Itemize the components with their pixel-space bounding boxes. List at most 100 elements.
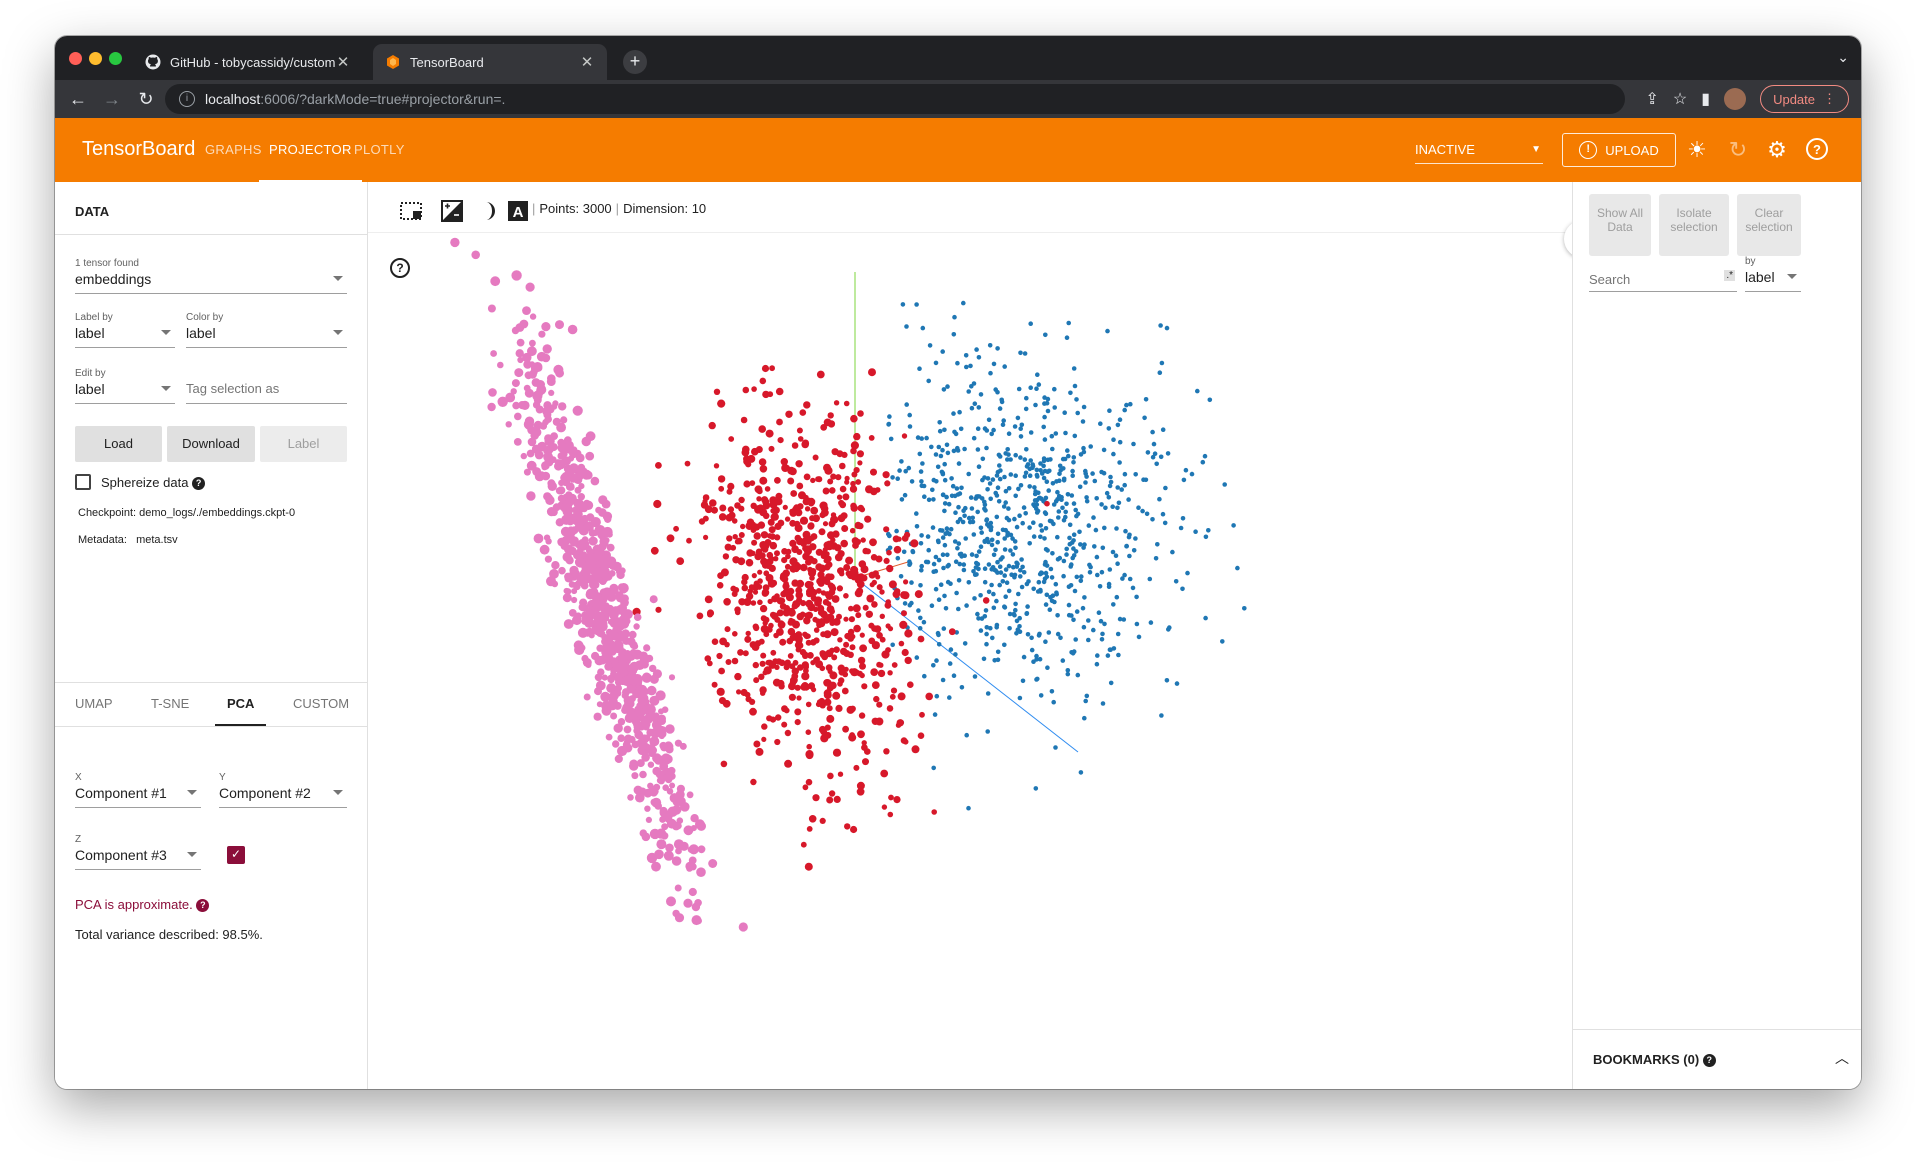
point-red [774, 522, 782, 530]
color-by-select[interactable]: Color by label [186, 312, 347, 348]
point-blue [938, 453, 944, 459]
point-blue [1131, 441, 1136, 447]
point-blue [955, 448, 961, 453]
maximize-window-button[interactable] [109, 52, 122, 65]
nav-tab-projector[interactable]: PROJECTOR [259, 118, 362, 182]
theme-toggle-icon[interactable]: ☀ [1684, 137, 1710, 163]
upload-button[interactable]: ! UPLOAD [1562, 133, 1676, 167]
point-blue [1128, 401, 1133, 407]
update-button[interactable]: Update ⋮ [1760, 85, 1849, 113]
scatter-plot[interactable] [368, 182, 1572, 1089]
point-red [751, 573, 757, 579]
forward-icon[interactable]: → [95, 89, 129, 110]
clear-selection-button[interactable]: Clear selection [1737, 194, 1801, 256]
point-pink [535, 389, 544, 398]
regex-toggle[interactable]: .* [1724, 270, 1735, 281]
sphereize-checkbox[interactable] [75, 474, 91, 490]
share-icon[interactable]: ⇪ [1646, 89, 1659, 109]
help-icon[interactable]: ? [196, 899, 210, 913]
point-pink [549, 443, 558, 452]
point-blue [931, 497, 936, 502]
nav-tab-graphs[interactable]: GRAPHS [205, 118, 262, 182]
close-window-button[interactable] [69, 52, 82, 65]
point-blue [1012, 516, 1017, 522]
help-icon[interactable]: ? [390, 258, 410, 278]
point-red [738, 496, 745, 504]
moon-icon[interactable] [478, 200, 502, 222]
help-icon[interactable]: ? [1804, 137, 1830, 163]
settings-gear-icon[interactable]: ⚙ [1764, 137, 1790, 163]
browser-tab-github[interactable]: GitHub - tobycassidy/custom_ ✕ [133, 44, 363, 80]
labels-toggle-icon[interactable]: A [506, 200, 530, 222]
point-red [753, 523, 761, 531]
night-mode-icon[interactable] [440, 200, 464, 222]
tab-custom[interactable]: CUSTOM [293, 682, 349, 726]
point-blue [1021, 654, 1027, 660]
point-red [801, 672, 810, 681]
close-tab-icon[interactable]: ✕ [579, 53, 595, 71]
select-rectangle-icon[interactable] [399, 200, 423, 222]
pca-z-checkbox[interactable]: ✓ [227, 846, 245, 864]
tab-pca[interactable]: PCA [215, 682, 267, 726]
chevron-up-icon[interactable]: ︿ [1835, 1048, 1849, 1068]
reload-icon[interactable]: ↻ [129, 89, 163, 110]
back-icon[interactable]: ← [61, 89, 95, 110]
refresh-icon[interactable]: ↻ [1725, 137, 1751, 163]
new-tab-button[interactable]: + [623, 50, 647, 74]
point-blue [1097, 584, 1103, 589]
bookmark-star-icon[interactable]: ☆ [1673, 89, 1687, 109]
point-red [725, 659, 732, 665]
point-pink [588, 536, 598, 546]
run-select-dropdown[interactable]: INACTIVE ▼ [1415, 136, 1543, 164]
point-pink [532, 427, 542, 437]
tab-umap[interactable]: UMAP [75, 682, 113, 726]
isolate-selection-button[interactable]: Isolate selection [1659, 194, 1729, 256]
point-blue [940, 492, 946, 498]
profile-avatar[interactable] [1724, 88, 1747, 110]
point-red [826, 796, 834, 804]
point-blue [1017, 695, 1023, 701]
point-red [787, 477, 795, 485]
point-red [901, 535, 909, 542]
point-pink [631, 663, 639, 671]
close-tab-icon[interactable]: ✕ [335, 53, 351, 71]
point-blue [1088, 444, 1093, 449]
point-blue [1107, 567, 1113, 572]
point-blue [1053, 581, 1059, 587]
point-red [850, 414, 858, 423]
tensor-select[interactable]: 1 tensor found embeddings [75, 258, 347, 294]
side-panel-icon[interactable]: ▮ [1701, 89, 1710, 109]
point-red [789, 564, 798, 573]
search-by-select[interactable]: by label [1745, 256, 1801, 292]
pca-x-select[interactable]: X Component #1 [75, 772, 201, 808]
point-blue [1150, 517, 1155, 522]
label-button[interactable]: Label [260, 426, 347, 462]
point-blue [1094, 554, 1100, 560]
point-pink [626, 709, 637, 720]
minimize-window-button[interactable] [89, 52, 102, 65]
pca-z-select[interactable]: Z Component #3 [75, 834, 201, 870]
tag-selection-input[interactable]: Tag selection as [186, 368, 347, 404]
point-pink [588, 632, 595, 639]
point-blue [934, 693, 940, 699]
load-button[interactable]: Load [75, 426, 162, 462]
point-blue [1107, 408, 1112, 413]
browser-tab-tensorboard[interactable]: TensorBoard ✕ [373, 44, 607, 80]
label-by-select[interactable]: Label by label [75, 312, 175, 348]
pca-y-select[interactable]: Y Component #2 [219, 772, 347, 808]
help-icon[interactable]: ? [192, 477, 206, 491]
bookmarks-section[interactable]: BOOKMARKS (0) ? ︿ [1573, 1029, 1861, 1089]
edit-by-select[interactable]: Edit by label [75, 368, 175, 404]
site-info-icon[interactable]: i [179, 91, 195, 107]
tab-search-icon[interactable]: ⌄ [1837, 49, 1849, 66]
point-blue [944, 526, 950, 531]
point-red [810, 477, 816, 484]
tab-tsne[interactable]: T-SNE [151, 682, 189, 726]
address-bar[interactable]: i localhost:6006/?darkMode=true#projecto… [165, 84, 1625, 114]
search-input[interactable]: Search .* [1589, 256, 1737, 292]
download-button[interactable]: Download [167, 426, 255, 462]
show-all-data-button[interactable]: Show All Data [1589, 194, 1651, 256]
nav-tab-plotly[interactable]: PLOTLY [354, 118, 405, 182]
point-pink [518, 401, 527, 410]
point-pink [600, 571, 609, 580]
